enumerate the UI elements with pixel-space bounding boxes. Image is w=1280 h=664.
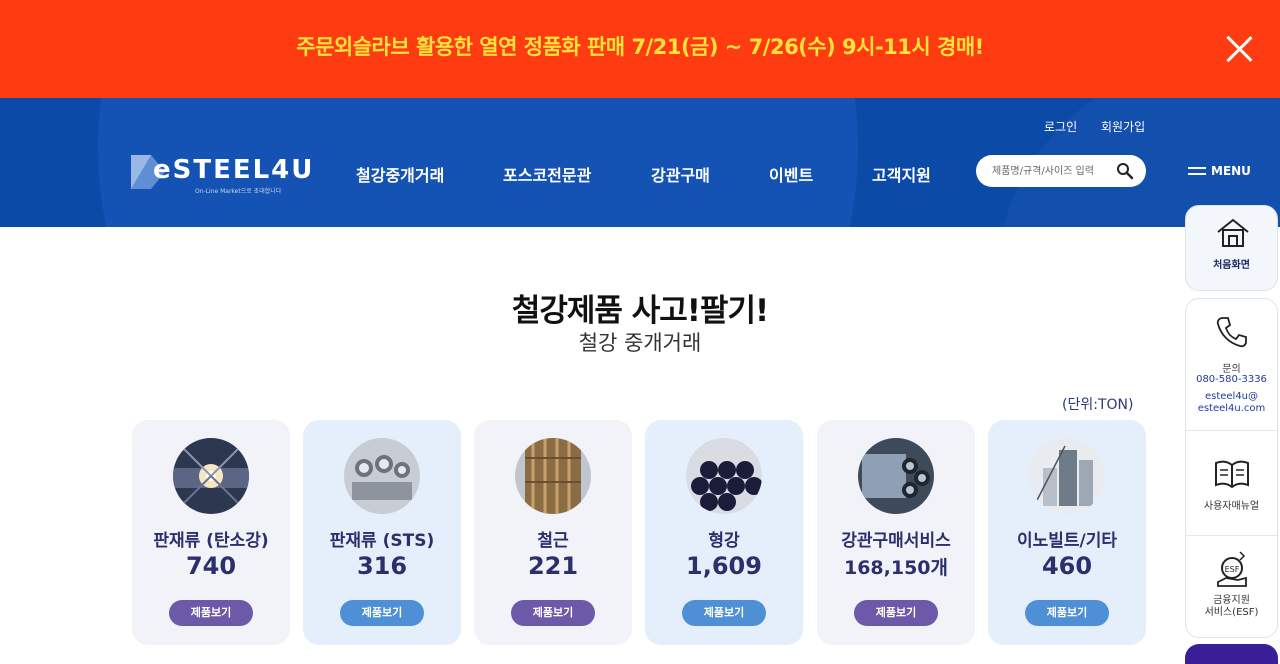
manual-button[interactable]: 사용자매뉴얼 xyxy=(1186,431,1277,535)
nav-item-posco[interactable]: 포스코전문관 xyxy=(503,162,591,186)
category-name: 강관구매서비스 xyxy=(841,531,951,551)
close-icon[interactable] xyxy=(1224,34,1254,64)
sidebar-home[interactable]: 처음화면 xyxy=(1185,205,1278,291)
category-value: 740 xyxy=(185,552,237,580)
nav-item-pipe-purchase[interactable]: 강관구매 xyxy=(651,162,710,186)
svg-text:ESF: ESF xyxy=(1225,565,1240,574)
search-box xyxy=(976,155,1146,187)
rebar-image xyxy=(515,438,591,514)
signup-link[interactable]: 회원가입 xyxy=(1101,120,1145,134)
stainless-plate-image xyxy=(344,438,420,514)
view-products-button[interactable]: 제품보기 xyxy=(169,600,253,626)
steel-pipe-image xyxy=(858,438,934,514)
home-label: 처음화면 xyxy=(1213,260,1250,271)
category-card[interactable]: 강관구매서비스 168,150개 제품보기 xyxy=(817,420,975,645)
home-icon xyxy=(1217,218,1249,247)
carbon-steel-plate-image xyxy=(173,438,249,514)
category-value: 460 xyxy=(1041,552,1093,580)
category-name: 형강 xyxy=(708,531,740,551)
view-products-button[interactable]: 제품보기 xyxy=(854,600,938,626)
category-name: 철근 xyxy=(537,531,569,551)
search-icon[interactable] xyxy=(1116,162,1134,180)
innobuilt-image xyxy=(1029,438,1105,514)
promo-banner: 주문외슬라브 활용한 열연 정품화 판매 7/21(금) ~ 7/26(수) 9… xyxy=(0,0,1280,98)
nav-item-support[interactable]: 고객지원 xyxy=(872,162,931,186)
finance-service-button[interactable]: ESF 금융지원 서비스(ESF) xyxy=(1186,536,1277,637)
section-steel-image xyxy=(686,438,762,514)
email-line[interactable]: esteel4u@ xyxy=(1186,391,1277,402)
nav-item-event[interactable]: 이벤트 xyxy=(769,162,813,186)
site-header: 로그인 회원가입 eSTEEL4U On-Line Market으로 초대합니다… xyxy=(0,98,1280,227)
logo-text: eSTEEL4U xyxy=(153,155,315,185)
category-value: 168,150개 xyxy=(843,557,949,579)
sidebar-panel: 문의 080-580-3336 esteel4u@ esteel4u.com 사… xyxy=(1185,298,1278,638)
unit-label: (단위:TON) xyxy=(1062,397,1134,413)
finance-label: 서비스(ESF) xyxy=(1204,607,1259,618)
finance-money-icon: ESF xyxy=(1217,551,1247,587)
category-name: 판재류 (STS) xyxy=(329,531,435,551)
contact-label: 문의 xyxy=(1222,364,1241,375)
phone-icon xyxy=(1216,317,1247,348)
site-logo[interactable]: eSTEEL4U On-Line Market으로 초대합니다 xyxy=(131,155,315,195)
login-link[interactable]: 로그인 xyxy=(1044,120,1077,134)
view-products-button[interactable]: 제품보기 xyxy=(682,600,766,626)
category-value: 316 xyxy=(356,552,408,580)
category-card[interactable]: 판재류 (탄소강) 740 제품보기 xyxy=(132,420,290,645)
hamburger-icon xyxy=(1188,166,1206,176)
logo-tagline: On-Line Market으로 초대합니다 xyxy=(195,188,282,195)
category-card[interactable]: 판재류 (STS) 316 제품보기 xyxy=(303,420,461,645)
category-name: 이노빌트/기타 xyxy=(1016,531,1118,551)
nav-item-steel-brokerage[interactable]: 철강중개거래 xyxy=(356,162,444,186)
view-products-button[interactable]: 제품보기 xyxy=(511,600,595,626)
manual-label: 사용자매뉴얼 xyxy=(1203,501,1260,512)
promo-banner-text[interactable]: 주문외슬라브 활용한 열연 정품화 판매 7/21(금) ~ 7/26(수) 9… xyxy=(0,31,1280,61)
view-products-button[interactable]: 제품보기 xyxy=(340,600,424,626)
category-name: 판재류 (탄소강) xyxy=(153,531,269,551)
category-value: 1,609 xyxy=(686,552,762,580)
category-card[interactable]: 형강 1,609 제품보기 xyxy=(645,420,803,645)
category-card[interactable]: 이노빌트/기타 460 제품보기 xyxy=(988,420,1146,645)
menu-button[interactable]: MENU xyxy=(1188,164,1251,178)
view-products-button[interactable]: 제품보기 xyxy=(1025,600,1109,626)
category-value: 221 xyxy=(527,552,579,580)
email-line[interactable]: esteel4u.com xyxy=(1186,403,1277,414)
menu-label: MENU xyxy=(1211,164,1251,178)
search-input[interactable] xyxy=(992,163,1112,179)
category-card[interactable]: 철근 221 제품보기 xyxy=(474,420,632,645)
top-links: 로그인 회원가입 xyxy=(1044,118,1165,135)
phone-number[interactable]: 080-580-3336 xyxy=(1186,374,1277,385)
sidebar-bottom-button[interactable] xyxy=(1185,644,1278,664)
page-subtitle: 철강 중개거래 xyxy=(578,331,702,355)
book-icon xyxy=(1215,460,1249,489)
page-title: 철강제품 사고!팔기! xyxy=(511,293,769,329)
